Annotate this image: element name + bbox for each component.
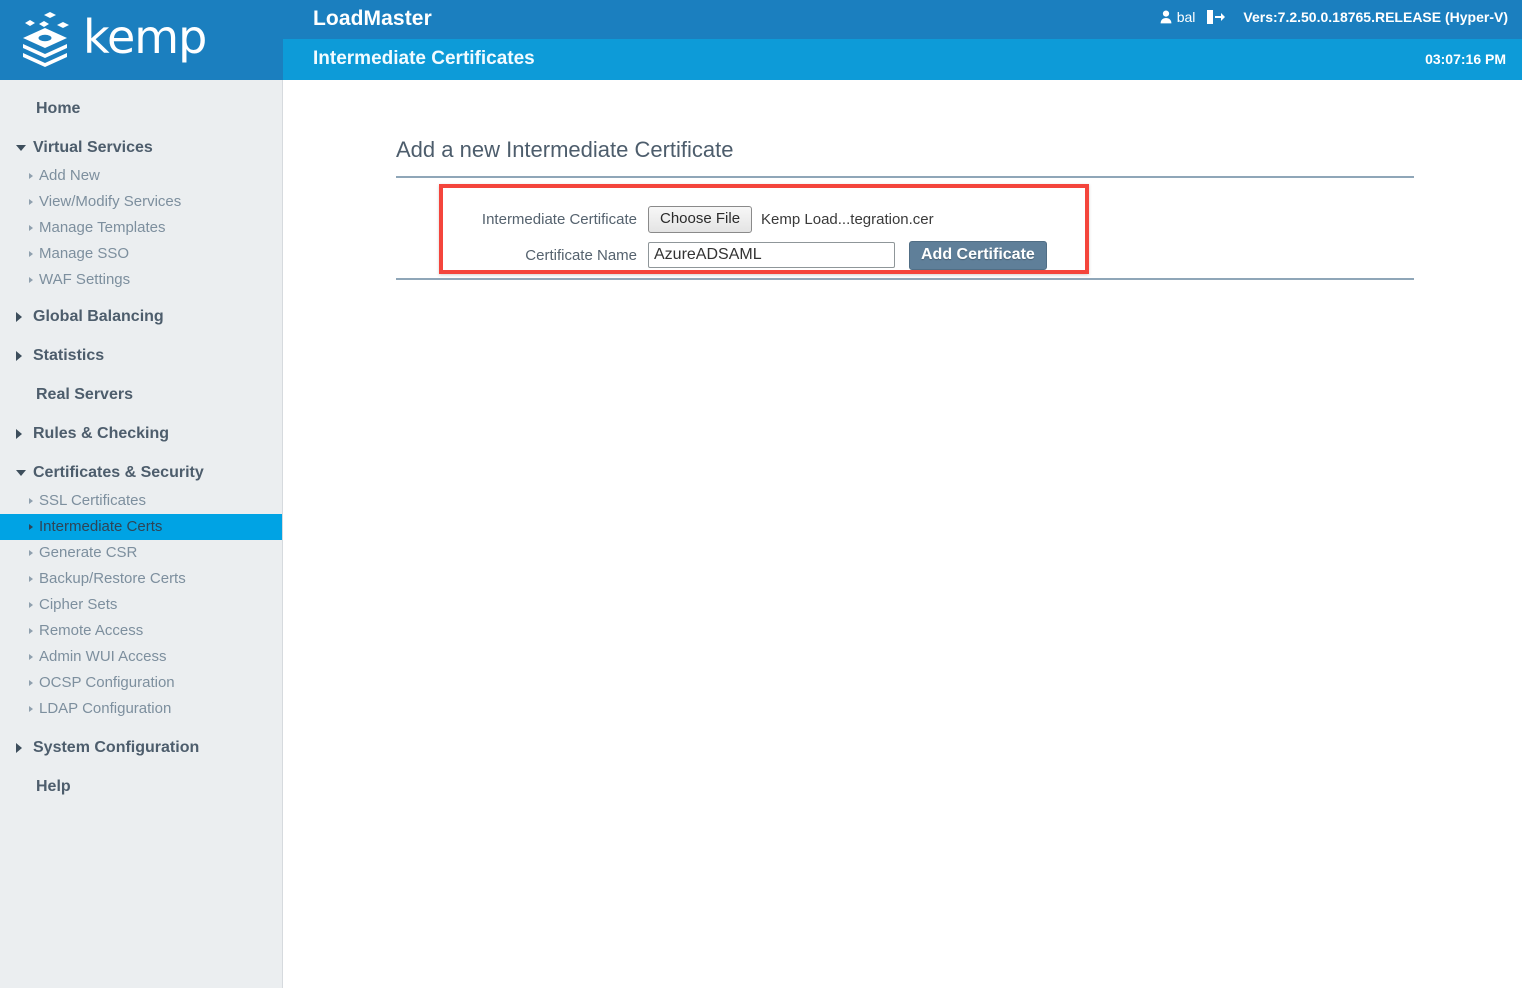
chevron-right-icon [29,277,33,283]
sidebar-item-view-modify-services[interactable]: View/Modify Services [0,189,282,215]
chevron-right-icon [29,602,33,608]
header-sub-bar: Intermediate Certificates 03:07:16 PM [283,39,1522,80]
sidebar-item-real-servers[interactable]: Real Servers [0,380,282,410]
file-upload-control: Choose File Kemp Load...tegration.cer [648,205,934,233]
logout-icon[interactable] [1207,9,1226,25]
sidebar-item-ssl-certificates[interactable]: SSL Certificates [0,488,282,514]
sidebar-item-ocsp-configuration[interactable]: OCSP Configuration [0,670,282,696]
brand-logo-panel[interactable]: kemp [0,0,283,80]
sidebar-group-label: Rules & Checking [33,425,170,442]
sidebar-item-label: OCSP Configuration [39,674,175,691]
sidebar-group-label: System Configuration [33,739,200,756]
chevron-right-icon [16,429,22,439]
chevron-right-icon [29,576,33,582]
sidebar-item-ldap-configuration[interactable]: LDAP Configuration [0,696,282,722]
sidebar-item-remote-access[interactable]: Remote Access [0,618,282,644]
chevron-right-icon [29,199,33,205]
version-label: Vers:7.2.50.0.18765.RELEASE (Hyper-V) [1243,9,1508,25]
sidebar-group-virtual-services[interactable]: Virtual Services [0,133,282,163]
sidebar-item-help[interactable]: Help [0,772,282,802]
sidebar-item-label: LDAP Configuration [39,700,172,717]
chevron-right-icon [29,706,33,712]
sidebar-item-label: Admin WUI Access [39,648,167,665]
chevron-right-icon [29,550,33,556]
sidebar-item-generate-csr[interactable]: Generate CSR [0,540,282,566]
sidebar-item-backup-restore-certs[interactable]: Backup/Restore Certs [0,566,282,592]
chosen-file-name: Kemp Load...tegration.cer [761,210,934,228]
sidebar-group-rules-checking[interactable]: Rules & Checking [0,419,282,449]
sidebar-item-intermediate-certs[interactable]: Intermediate Certs [0,514,282,540]
form-rows: Intermediate Certificate Choose File Kem… [443,188,1085,270]
chevron-right-icon [29,251,33,257]
form-row-intermediate-certificate: Intermediate Certificate Choose File Kem… [443,201,1085,237]
divider-top [396,176,1414,178]
sidebar-item-cipher-sets[interactable]: Cipher Sets [0,592,282,618]
certificate-name-label: Certificate Name [525,246,637,264]
sidebar-group-label: Virtual Services [33,139,153,156]
sidebar-item-label: Manage SSO [39,245,130,262]
sidebar-list: Home Virtual Services Add New View/Modif… [0,80,282,802]
sidebar-item-label: Generate CSR [39,544,138,561]
chevron-right-icon [29,173,33,179]
sidebar-group-label: Statistics [33,347,105,364]
sidebar-group-certificates-security[interactable]: Certificates & Security [0,458,282,488]
username-label: bal [1176,9,1196,25]
certificate-name-input[interactable] [648,242,895,268]
chevron-right-icon [16,743,22,753]
loadmaster-window: kemp LoadMaster bal Vers:7.2.50.0.18765.… [0,0,1522,988]
main-content: Add a new Intermediate Certificate Inter… [284,80,1522,988]
sidebar-item-label: Manage Templates [39,219,166,236]
user-icon [1160,10,1172,24]
chevron-right-icon [29,654,33,660]
sidebar-item-add-new[interactable]: Add New [0,163,282,189]
sidebar-item-label: SSL Certificates [39,492,146,509]
chevron-down-icon [16,470,26,476]
divider-bottom [396,278,1414,280]
app-title: LoadMaster [313,7,432,30]
sidebar-item-label: Add New [39,167,100,184]
sidebar-item-admin-wui-access[interactable]: Admin WUI Access [0,644,282,670]
chevron-right-icon [29,225,33,231]
clock-label: 03:07:16 PM [1425,51,1506,67]
header-top-bar: LoadMaster bal Vers:7.2.50.0.18765.RELEA… [283,0,1522,39]
sidebar-item-label: Intermediate Certs [39,518,163,535]
chevron-down-icon [16,145,26,151]
choose-file-button[interactable]: Choose File [648,205,753,233]
current-user[interactable]: bal [1160,9,1196,25]
sidebar-item-manage-sso[interactable]: Manage SSO [0,241,282,267]
kemp-layers-logo-icon [23,12,69,67]
sidebar-group-label: Global Balancing [33,308,164,325]
sidebar-group-global-balancing[interactable]: Global Balancing [0,302,282,332]
sidebar-group-label: Certificates & Security [33,464,204,481]
chevron-right-icon [29,628,33,634]
chevron-right-icon [29,680,33,686]
sidebar-item-label: Cipher Sets [39,596,118,613]
form-row-certificate-name: Certificate Name Add Certificate [443,237,1085,273]
sidebar-item-home[interactable]: Home [0,94,282,124]
add-certificate-button[interactable]: Add Certificate [909,240,1047,270]
sidebar-item-label: Remote Access [39,622,144,639]
sidebar-group-system-configuration[interactable]: System Configuration [0,733,282,763]
brand-name: kemp [83,10,207,64]
chevron-right-icon [16,312,22,322]
sidebar-item-manage-templates[interactable]: Manage Templates [0,215,282,241]
header-right-cluster: bal Vers:7.2.50.0.18765.RELEASE (Hyper-V… [1160,9,1508,25]
sidebar-item-label: View/Modify Services [39,193,182,210]
chevron-right-icon [29,498,33,504]
sidebar-nav: Home Virtual Services Add New View/Modif… [0,80,283,988]
intermediate-certificate-label: Intermediate Certificate [481,210,637,228]
section-title: Add a new Intermediate Certificate [396,137,734,162]
sidebar-item-waf-settings[interactable]: WAF Settings [0,267,282,293]
page-title: Intermediate Certificates [313,48,535,69]
chevron-right-icon [16,351,22,361]
sidebar-item-label: Backup/Restore Certs [39,570,186,587]
sidebar-item-label: WAF Settings [39,271,131,288]
chevron-right-icon [29,524,33,530]
add-certificate-form-panel: Intermediate Certificate Choose File Kem… [439,184,1089,274]
sidebar-group-statistics[interactable]: Statistics [0,341,282,371]
